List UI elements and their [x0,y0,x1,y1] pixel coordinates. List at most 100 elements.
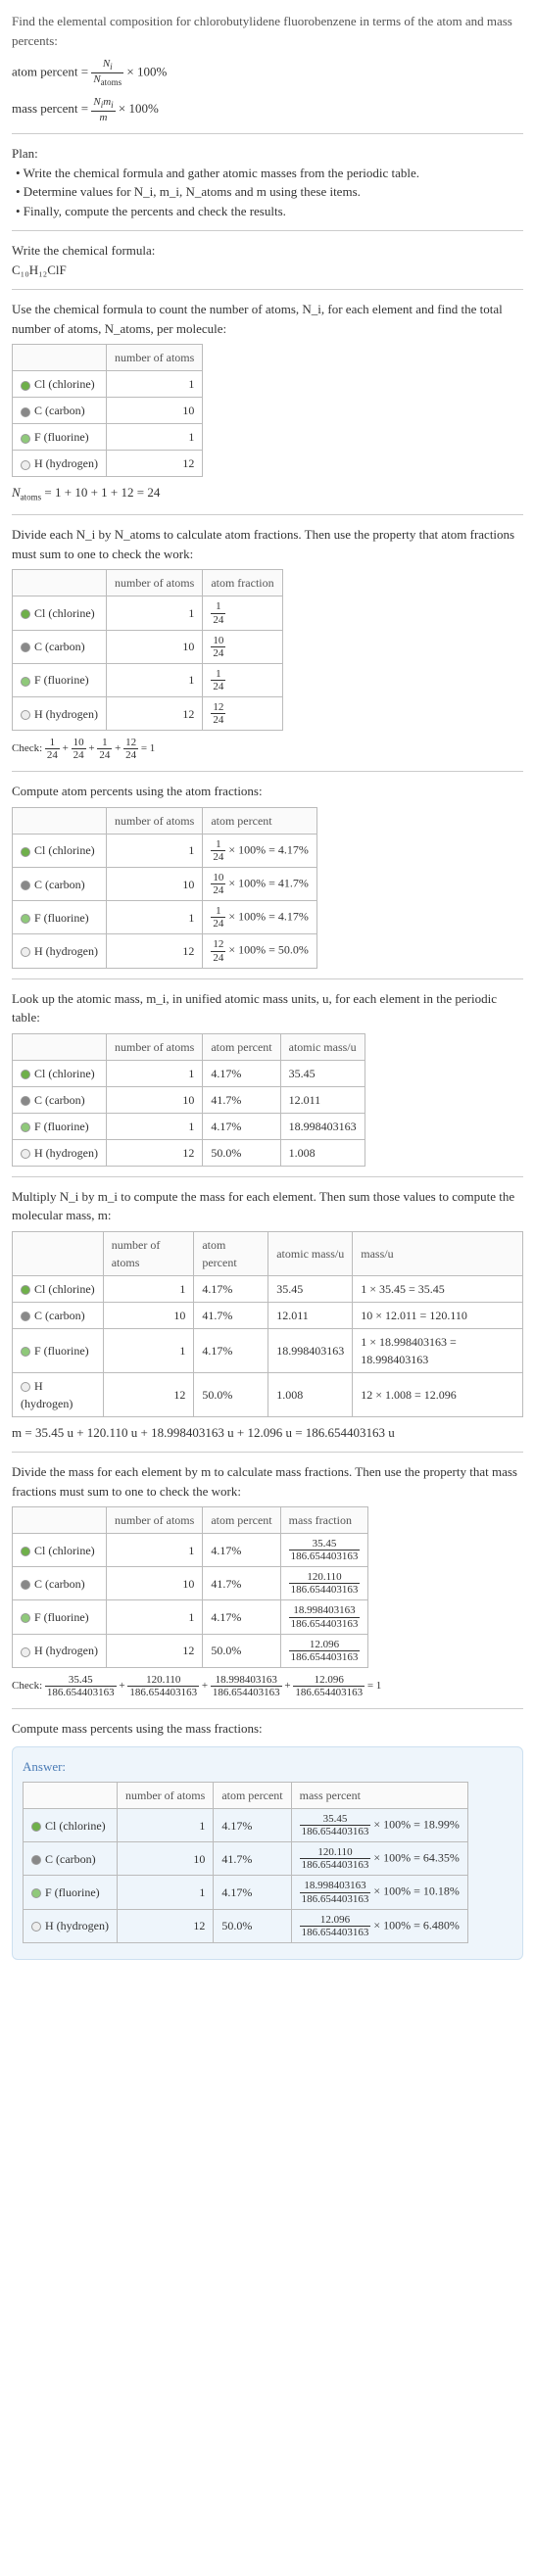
col-pct: atom percent [203,807,317,834]
element-cell: C (carbon) [24,1842,118,1876]
element-name: H (hydrogen) [34,456,98,470]
element-cell: H (hydrogen) [13,934,107,968]
atomic-mass: 35.45 [280,1060,365,1086]
element-name: F (fluorine) [45,1885,100,1899]
n-atoms: 12 [106,696,202,730]
table-row: Cl (chlorine)1124 × 100% = 4.17% [13,834,317,867]
masspct-step: Compute mass percents using the mass fra… [12,1719,523,1739]
n-atoms: 1 [106,371,202,398]
fraction: Ni Natoms [91,58,123,88]
n-atoms: 10 [106,1567,202,1600]
atom-percent: 1224 × 100% = 50.0% [203,934,317,968]
atom-percent: 41.7% [214,1842,291,1876]
atom-percent: 50.0% [194,1372,268,1416]
element-name: Cl (chlorine) [34,843,95,857]
element-mass: 12 × 1.008 = 12.096 [353,1372,523,1416]
element-mass: 1 × 35.45 = 35.45 [353,1275,523,1302]
divider [12,771,523,772]
table-row: C (carbon)10 [13,398,203,424]
col-pct: atom percent [203,1033,280,1060]
element-cell: H (hydrogen) [24,1909,118,1942]
problem-prompt: Find the elemental composition for chlor… [12,12,523,50]
atom-percent: 4.17% [214,1876,291,1909]
element-swatch [21,1070,30,1079]
n-atoms: 1 [106,596,202,630]
table-row: C (carbon)1041.7%120.110186.654403163 [13,1567,368,1600]
element-name: Cl (chlorine) [45,1819,106,1833]
element-name: F (fluorine) [34,673,89,687]
atom-percent: 50.0% [203,1139,280,1166]
answer-table: number of atomsatom percentmass percent … [23,1782,468,1943]
atomic-mass: 35.45 [268,1275,353,1302]
element-swatch [21,1613,30,1623]
n-atoms: 10 [117,1842,213,1876]
element-swatch [31,1822,41,1832]
element-swatch [21,1096,30,1106]
n-atoms: 10 [106,1086,202,1113]
element-name: H (hydrogen) [34,707,98,721]
atom-percent: 50.0% [203,1634,280,1667]
element-swatch [31,1922,41,1932]
element-name: C (carbon) [34,1093,85,1107]
element-swatch [21,947,30,957]
element-name: C (carbon) [34,1577,85,1591]
table-row: F (fluorine)1124 × 100% = 4.17% [13,901,317,934]
divider [12,133,523,134]
plan-bullet: • Finally, compute the percents and chec… [16,202,523,221]
col-pct: atom percent [194,1231,268,1275]
mass-percent-label: mass percent = [12,101,91,116]
element-cell: F (fluorine) [13,663,107,696]
element-swatch [21,881,30,890]
element-swatch [31,1855,41,1865]
col-apct: atom percent [214,1783,291,1809]
element-cell: F (fluorine) [13,1600,107,1634]
element-swatch [21,460,30,470]
check-result: = 1 [141,742,155,754]
n-atoms: 1 [106,901,202,934]
table-row: F (fluorine)1124 [13,663,283,696]
check-label: Check: [12,742,45,754]
molmass-step: Multiply N_i by m_i to compute the mass … [12,1187,523,1443]
col-amass: atomic mass/u [268,1231,353,1275]
element-cell: C (carbon) [13,1567,107,1600]
element-name: C (carbon) [45,1852,96,1866]
fraction: Nimi m [91,96,115,123]
element-name: C (carbon) [34,1309,85,1322]
mass-percent: 18.998403163186.654403163 × 100% = 10.18… [291,1876,467,1909]
divider [12,1176,523,1177]
divider [12,1452,523,1453]
table-row: F (fluorine)1 [13,424,203,451]
col-natoms: number of atoms [106,807,202,834]
n-atoms: 10 [106,398,202,424]
element-swatch [21,381,30,391]
element-swatch [21,434,30,444]
table-row: Cl (chlorine)14.17%35.45186.654403163 × … [24,1809,468,1842]
table-row: H (hydrogen)1250.0%12.096186.654403163 ×… [24,1909,468,1942]
table-row: F (fluorine)14.17%18.9984031631 × 18.998… [13,1328,523,1372]
element-swatch [21,407,30,417]
atomfrac-check: Check: 124 + 1024 + 124 + 1224 = 1 [12,737,523,761]
atom-percent: 4.17% [203,1060,280,1086]
atomfrac-step: Divide each N_i by N_atoms to calculate … [12,525,523,761]
atom-percent: 41.7% [203,1567,280,1600]
element-swatch [21,1547,30,1556]
element-swatch [21,609,30,619]
step-text: Use the chemical formula to count the nu… [12,300,523,338]
element-name: Cl (chlorine) [34,1067,95,1080]
element-mass: 10 × 12.011 = 120.110 [353,1302,523,1328]
times-100: × 100% [126,65,167,79]
n-atoms: 12 [106,934,202,968]
massfrac-check: Check: 35.45186.654403163 + 120.110186.6… [12,1674,523,1698]
atompct-step: Compute atom percents using the atom fra… [12,782,523,968]
table-row: H (hydrogen) 121224 × 100% = 50.0% [13,934,317,968]
n-atoms: 1 [106,1534,202,1567]
col-pct: atom percent [203,1507,280,1534]
element-cell: Cl (chlorine) [13,1060,107,1086]
n-atoms: 12 [117,1909,213,1942]
table-row: H (hydrogen)12 [13,451,203,477]
atom-percent: 41.7% [194,1302,268,1328]
table-row: Cl (chlorine)14.17%35.451 × 35.45 = 35.4… [13,1275,523,1302]
element-name: H (hydrogen) [34,944,98,958]
n-atoms: 10 [106,868,202,901]
natoms-sum: NatomsN_atoms = 1 + 10 + 1 + 12 = 24 = 1… [12,483,523,504]
